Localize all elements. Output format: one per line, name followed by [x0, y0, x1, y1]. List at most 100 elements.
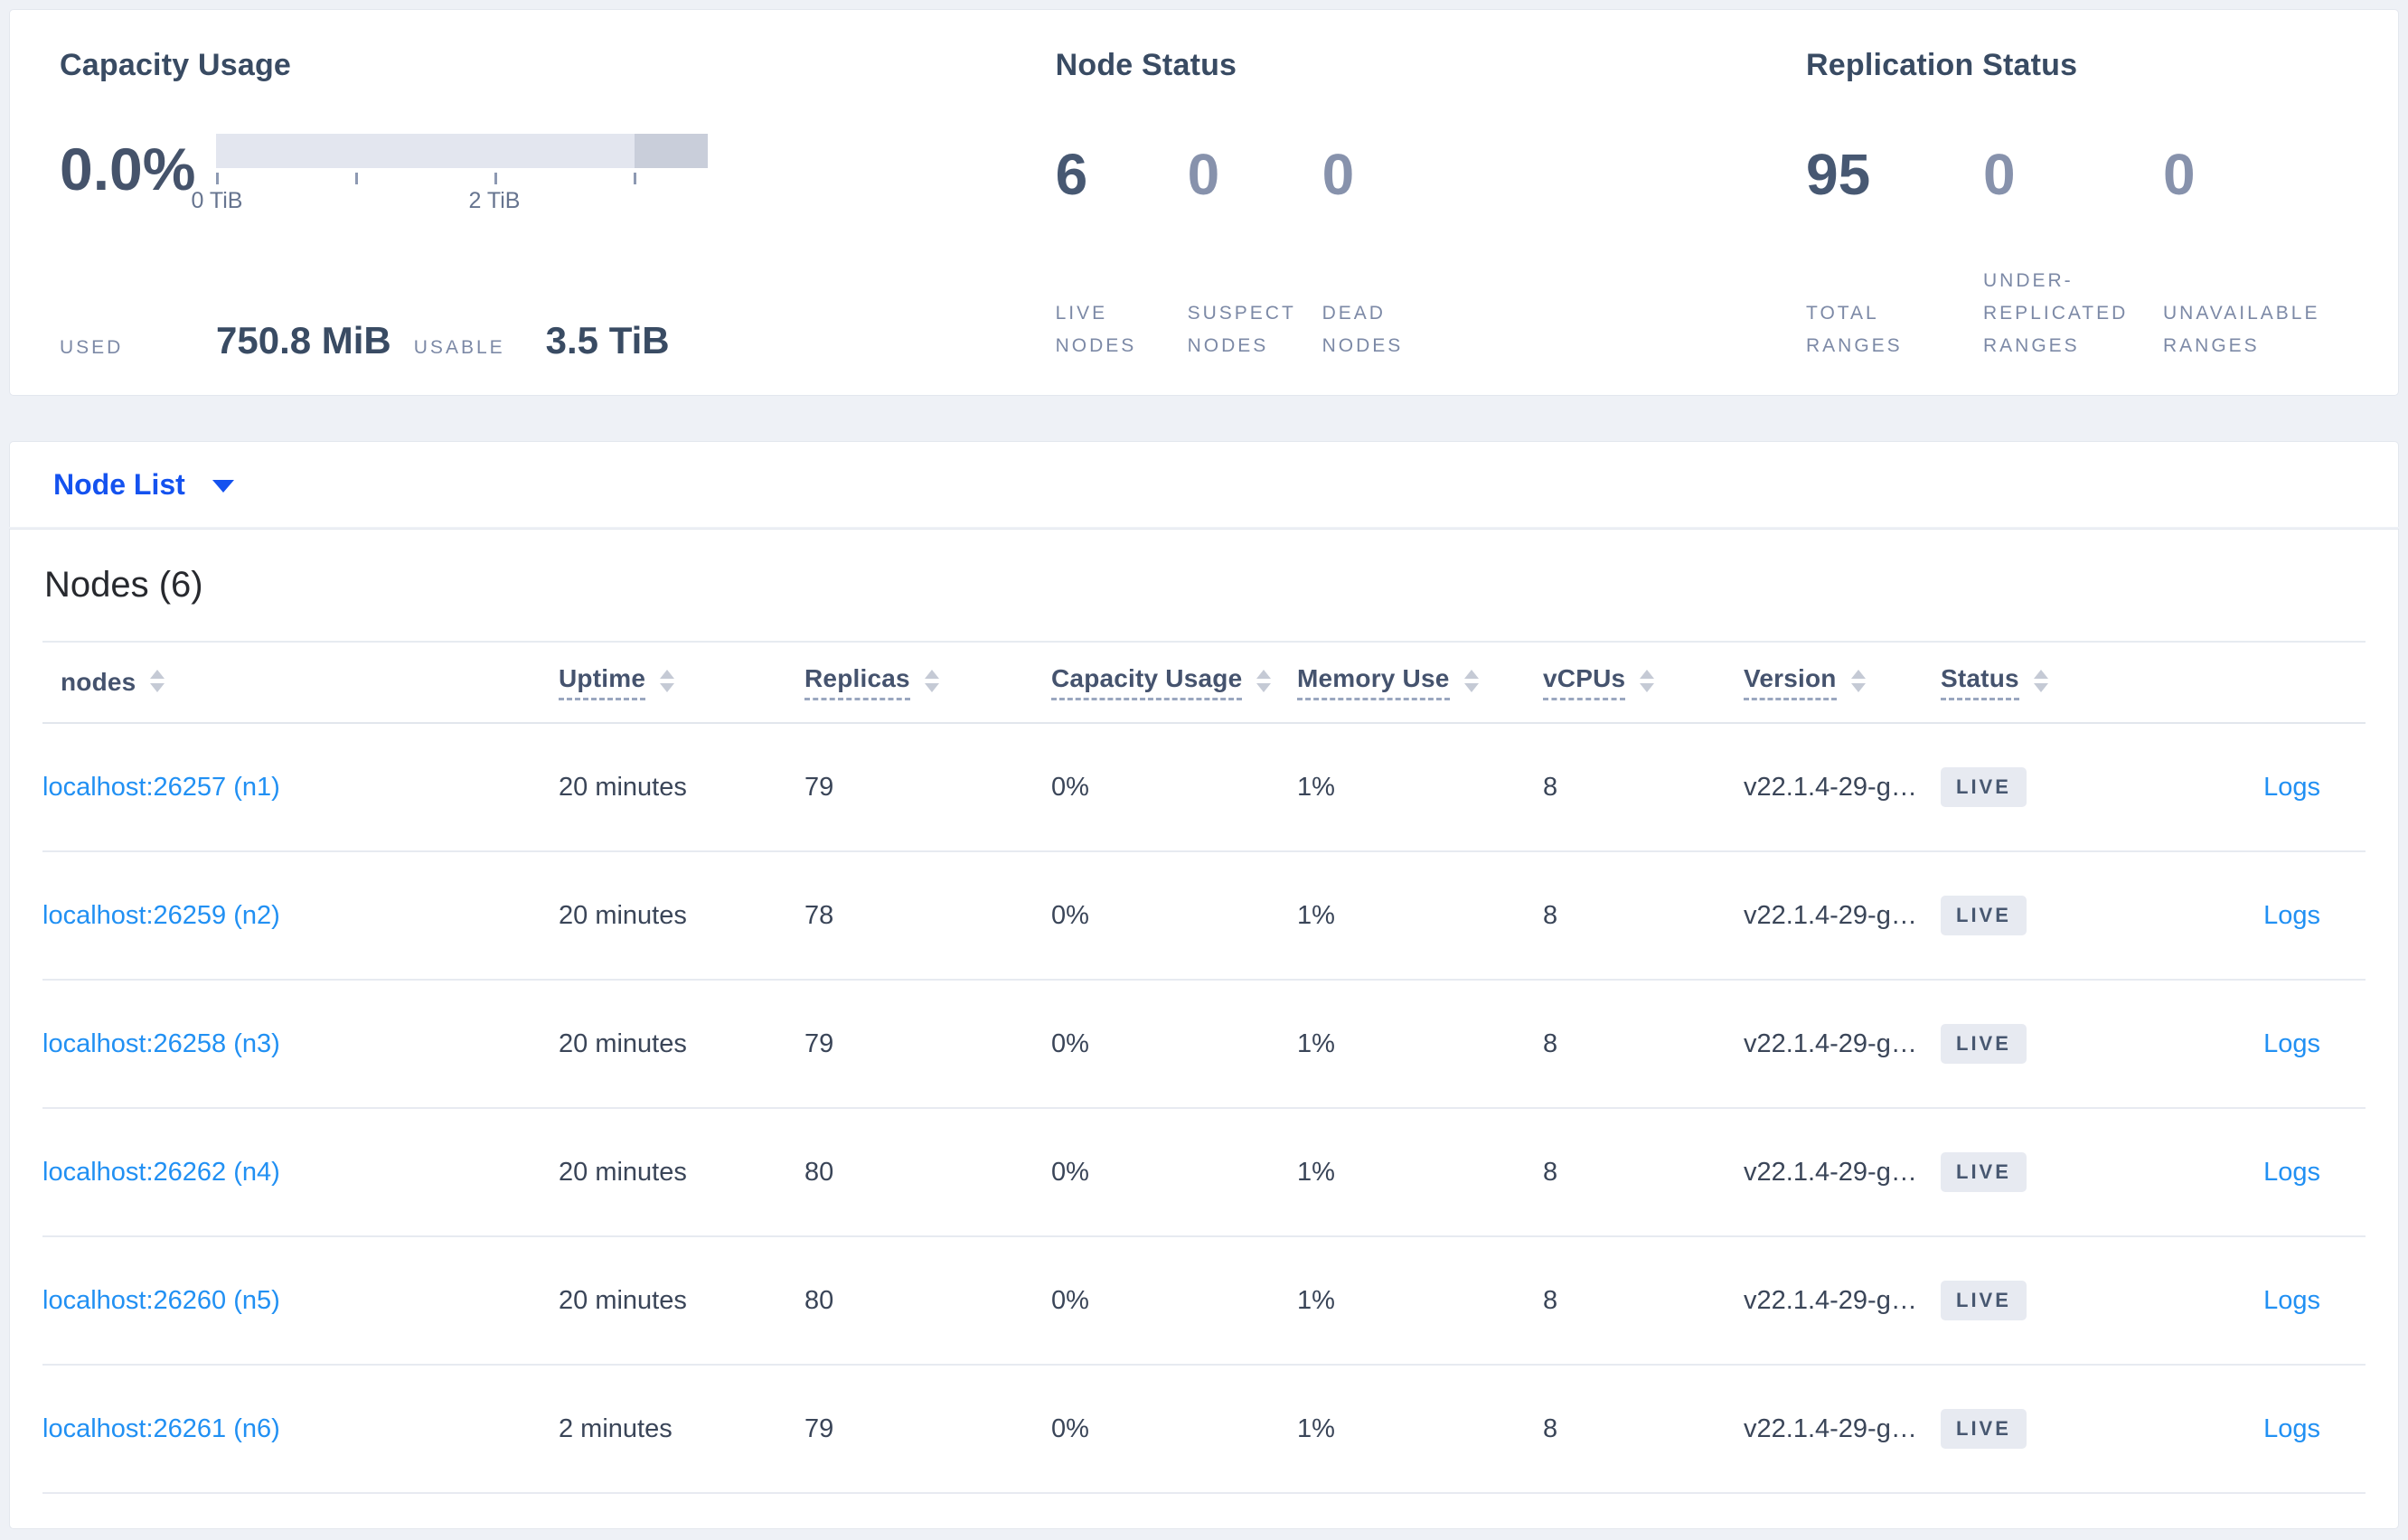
dead-nodes-label: DEAD NODES [1322, 302, 1404, 356]
used-label: USED [60, 337, 124, 358]
column-header-status[interactable]: Status [1941, 664, 2158, 700]
node-link[interactable]: localhost:26260 (n5) [42, 1286, 280, 1315]
table-header-row: nodes Uptime Replicas Capacity Usage Mem… [42, 643, 2366, 724]
column-header-nodes[interactable]: nodes [42, 668, 559, 697]
axis-label: 2 TiB [468, 188, 521, 213]
table-row: localhost:26262 (n4) 20 minutes 80 0% 1%… [42, 1109, 2366, 1237]
vcpus-cell: 8 [1543, 1157, 1558, 1187]
chevron-down-icon [212, 480, 234, 493]
unavailable-ranges-count: 0 [2163, 142, 2196, 207]
node-link[interactable]: localhost:26258 (n3) [42, 1029, 280, 1058]
logs-link[interactable]: Logs [2263, 1158, 2320, 1187]
status-badge: LIVE [1941, 896, 2027, 935]
column-header-vcpus[interactable]: vCPUs [1543, 664, 1744, 700]
node-list-dropdown-label: Node List [53, 467, 185, 501]
column-header-uptime[interactable]: Uptime [559, 664, 804, 700]
capacity-bar-chart: 0 TiB 2 TiB [192, 134, 708, 213]
vcpus-cell: 8 [1543, 772, 1558, 802]
table-row: localhost:26261 (n6) 2 minutes 79 0% 1% … [42, 1366, 2366, 1494]
nodes-table-panel: Nodes (6) nodes Uptime Replicas Capacity… [9, 529, 2399, 1529]
node-link[interactable]: localhost:26257 (n1) [42, 773, 280, 802]
column-header-replicas[interactable]: Replicas [804, 664, 1051, 700]
sort-icon [1640, 669, 1655, 692]
table-row: localhost:26260 (n5) 20 minutes 80 0% 1%… [42, 1237, 2366, 1366]
status-badge: LIVE [1941, 767, 2027, 807]
memory-use-cell: 1% [1297, 1028, 1335, 1058]
capacity-axis-ticks [216, 173, 708, 184]
memory-use-cell: 1% [1297, 1285, 1335, 1315]
axis-tick [634, 173, 636, 184]
status-badge: LIVE [1941, 1152, 2027, 1192]
nodes-table-title: Nodes (6) [44, 565, 203, 605]
version-cell: v22.1.4-29-g… [1744, 1028, 1917, 1058]
replicas-cell: 79 [804, 772, 834, 802]
capacity-usage-cell: 0% [1051, 900, 1089, 930]
column-header-version[interactable]: Version [1744, 664, 1941, 700]
live-nodes-label: LIVE NODES [1055, 302, 1137, 356]
live-nodes-count: 6 [1055, 142, 1088, 207]
capacity-usage-section: Capacity Usage 0.0% 0 TiB 2 TiB USED 750… [60, 48, 1056, 362]
vcpus-cell: 8 [1543, 1028, 1558, 1058]
version-cell: v22.1.4-29-g… [1744, 1285, 1917, 1315]
under-replicated-ranges-metric: 0 UNDER-REPLICATED RANGES [1983, 132, 2163, 362]
dead-nodes-count: 0 [1322, 142, 1355, 207]
axis-tick [494, 173, 497, 184]
suspect-nodes-metric: 0 SUSPECT NODES [1188, 132, 1322, 362]
replicas-cell: 79 [804, 1413, 834, 1443]
replicas-cell: 79 [804, 1028, 834, 1058]
total-ranges-label: TOTAL RANGES [1806, 302, 1903, 356]
logs-link[interactable]: Logs [2263, 1414, 2320, 1443]
replicas-cell: 80 [804, 1285, 834, 1315]
vcpus-cell: 8 [1543, 1413, 1558, 1443]
replicas-cell: 78 [804, 900, 834, 930]
version-cell: v22.1.4-29-g… [1744, 1413, 1917, 1443]
vcpus-cell: 8 [1543, 900, 1558, 930]
replicas-cell: 80 [804, 1157, 834, 1187]
sort-icon [924, 669, 939, 692]
column-header-capacity-usage[interactable]: Capacity Usage [1051, 664, 1297, 700]
uptime-cell: 20 minutes [559, 772, 687, 802]
capacity-usage-cell: 0% [1051, 1285, 1089, 1315]
logs-link[interactable]: Logs [2263, 1286, 2320, 1315]
unavailable-ranges-label: UNAVAILABLE RANGES [2163, 302, 2320, 356]
cluster-summary-panel: Capacity Usage 0.0% 0 TiB 2 TiB USED 750… [9, 9, 2399, 396]
status-badge: LIVE [1941, 1409, 2027, 1449]
uptime-cell: 20 minutes [559, 900, 687, 930]
node-link[interactable]: localhost:26261 (n6) [42, 1414, 280, 1443]
version-cell: v22.1.4-29-g… [1744, 1157, 1917, 1187]
uptime-cell: 20 minutes [559, 1285, 687, 1315]
column-header-memory-use[interactable]: Memory Use [1297, 664, 1543, 700]
node-status-title: Node Status [1055, 48, 1237, 82]
version-cell: v22.1.4-29-g… [1744, 900, 1917, 930]
capacity-usage-title: Capacity Usage [60, 48, 292, 82]
node-link[interactable]: localhost:26262 (n4) [42, 1158, 280, 1187]
table-body: localhost:26257 (n1) 20 minutes 79 0% 1%… [42, 724, 2366, 1494]
suspect-nodes-label: SUSPECT NODES [1187, 302, 1296, 356]
memory-use-cell: 1% [1297, 1157, 1335, 1187]
uptime-cell: 20 minutes [559, 1157, 687, 1187]
capacity-usage-cell: 0% [1051, 1157, 1089, 1187]
sort-icon [2033, 669, 2048, 692]
logs-link[interactable]: Logs [2263, 773, 2320, 802]
capacity-usage-cell: 0% [1051, 1413, 1089, 1443]
sort-icon [660, 669, 675, 692]
view-selector-bar: Node List [9, 441, 2399, 527]
memory-use-cell: 1% [1297, 1413, 1335, 1443]
logs-link[interactable]: Logs [2263, 1029, 2320, 1058]
node-status-section: Node Status 6 LIVE NODES 0 SUSPECT NODES… [1056, 48, 1806, 362]
axis-label: 0 TiB [191, 188, 243, 213]
used-value: 750.8 MiB [216, 319, 391, 362]
total-ranges-metric: 95 TOTAL RANGES [1806, 132, 1983, 362]
capacity-bar-reserved-segment [635, 134, 708, 168]
logs-link[interactable]: Logs [2263, 901, 2320, 930]
sort-icon [1463, 669, 1479, 692]
node-list-dropdown[interactable]: Node List [53, 468, 234, 502]
node-link[interactable]: localhost:26259 (n2) [42, 901, 280, 930]
status-badge: LIVE [1941, 1024, 2027, 1064]
sort-icon [1850, 669, 1866, 692]
axis-tick [355, 173, 358, 184]
table-row: localhost:26257 (n1) 20 minutes 79 0% 1%… [42, 724, 2366, 852]
status-badge: LIVE [1941, 1281, 2027, 1320]
capacity-usage-cell: 0% [1051, 772, 1089, 802]
under-replicated-ranges-label: UNDER-REPLICATED RANGES [1983, 269, 2129, 356]
